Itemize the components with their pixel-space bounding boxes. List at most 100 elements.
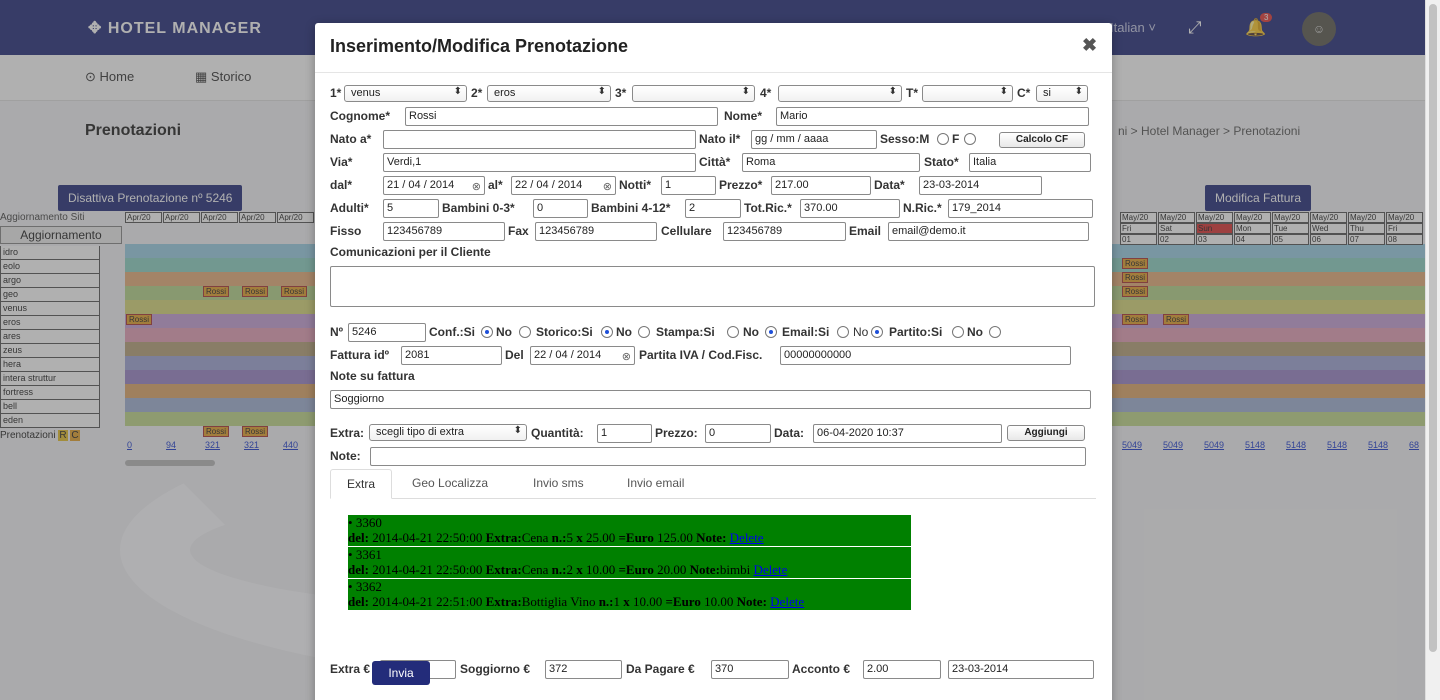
tot-sogg-field[interactable]: 372 bbox=[545, 660, 622, 679]
cellulare-field[interactable]: 123456789 bbox=[723, 222, 846, 241]
natoa-label: Nato a* bbox=[330, 132, 372, 146]
quantita-field[interactable]: 1 bbox=[597, 424, 652, 443]
prezzo2-field[interactable]: 0 bbox=[705, 424, 771, 443]
nome-field[interactable]: Mario bbox=[776, 107, 1089, 126]
acconto-label: Acconto € bbox=[792, 662, 851, 676]
sesso-f-radio[interactable] bbox=[964, 133, 976, 145]
stato-field[interactable]: Italia bbox=[969, 153, 1091, 172]
page-scrollbar[interactable] bbox=[1425, 0, 1440, 700]
natoil-field[interactable]: gg / mm / aaaa bbox=[751, 130, 877, 149]
fattura-field[interactable]: 2081 bbox=[401, 346, 502, 365]
room2-select[interactable]: eros ⬍ bbox=[487, 85, 611, 102]
extras-list: • 3360 del: 2014-04-21 22:50:00 Extra:Cen… bbox=[348, 515, 911, 611]
sesso-f-label: F bbox=[952, 132, 960, 146]
citta-field[interactable]: Roma bbox=[742, 153, 920, 172]
aggiungi-button[interactable]: Aggiungi bbox=[1007, 425, 1085, 441]
room3-select[interactable]: ⬍ bbox=[632, 85, 755, 102]
delete-link[interactable]: Delete bbox=[730, 530, 764, 545]
acconto-field[interactable]: 2.00 bbox=[863, 660, 941, 679]
note-field[interactable] bbox=[370, 447, 1086, 466]
nric-label: N.Ric.* bbox=[903, 201, 942, 215]
dapagare-field[interactable]: 370 bbox=[711, 660, 789, 679]
bambini03-field[interactable]: 0 bbox=[533, 199, 588, 218]
clear-icon[interactable]: ⊗ bbox=[472, 180, 481, 193]
invia-button[interactable]: Invia bbox=[372, 661, 430, 685]
stampa-si-radio[interactable] bbox=[727, 326, 739, 338]
data-field[interactable]: 23-03-2014 bbox=[919, 176, 1042, 195]
room4-select[interactable]: ⬍ bbox=[778, 85, 902, 102]
email-no-radio[interactable] bbox=[871, 326, 883, 338]
tab-geo-localizza[interactable]: Geo Localizza bbox=[396, 469, 504, 499]
prezzo-field[interactable]: 217.00 bbox=[771, 176, 871, 195]
note-word: Note: bbox=[736, 594, 767, 609]
fax-field[interactable]: 123456789 bbox=[535, 222, 657, 241]
notti-field[interactable]: 1 bbox=[661, 176, 716, 195]
n-field[interactable]: 5246 bbox=[348, 323, 426, 342]
email-label: Email bbox=[849, 224, 882, 238]
storico-no-radio[interactable] bbox=[638, 326, 650, 338]
extra-type-select[interactable]: scegli tipo di extra ⬍ bbox=[369, 424, 527, 441]
nric-field[interactable]: 179_2014 bbox=[948, 199, 1093, 218]
storico-si-radio[interactable] bbox=[601, 326, 613, 338]
room1-value: venus bbox=[351, 87, 381, 99]
tot-sogg-label: Soggiorno € bbox=[460, 662, 530, 676]
calcolo-cf-button[interactable]: Calcolo CF bbox=[999, 132, 1085, 148]
totric-field[interactable]: 370.00 bbox=[800, 199, 900, 218]
comunicazioni-textarea[interactable] bbox=[330, 266, 1095, 307]
close-icon[interactable]: ✖ bbox=[1082, 35, 1097, 56]
delete-link[interactable]: Delete bbox=[754, 562, 788, 577]
fattura-label: Fattura idº bbox=[330, 348, 390, 362]
conf-si-radio[interactable] bbox=[481, 326, 493, 338]
conf-label: Conf.:Si bbox=[429, 325, 475, 339]
stampa-no-radio[interactable] bbox=[765, 326, 777, 338]
sesso-m-radio[interactable] bbox=[937, 133, 949, 145]
partito-si-radio[interactable] bbox=[952, 326, 964, 338]
del-value: 22 / 04 / 2014 bbox=[534, 349, 602, 361]
data2-field[interactable]: 06-04-2020 10:37 bbox=[813, 424, 1002, 443]
al-label: al* bbox=[488, 178, 503, 192]
email-si-radio[interactable] bbox=[837, 326, 849, 338]
note-word: Note: bbox=[689, 562, 720, 577]
del-field[interactable]: 22 / 04 / 2014 ⊗ bbox=[530, 346, 635, 365]
cognome-field[interactable]: Rossi bbox=[405, 107, 718, 126]
piva-label: Partita IVA / Cod.Fisc. bbox=[639, 348, 763, 362]
c-select[interactable]: si ⬍ bbox=[1036, 85, 1088, 102]
n-word: n.: bbox=[551, 530, 567, 545]
extra-id: 3360 bbox=[355, 515, 382, 530]
adulti-field[interactable]: 5 bbox=[383, 199, 439, 218]
dal-field[interactable]: 21 / 04 / 2014 ⊗ bbox=[383, 176, 485, 195]
tab-extra[interactable]: Extra bbox=[330, 469, 393, 499]
clear-icon[interactable]: ⊗ bbox=[622, 350, 631, 363]
al-field[interactable]: 22 / 04 / 2014 ⊗ bbox=[511, 176, 616, 195]
booking-modal: Inserimento/Modifica Prenotazione ✖ 1* v… bbox=[315, 23, 1112, 700]
page-scrollbar-thumb[interactable] bbox=[1429, 4, 1437, 652]
bambini412-field[interactable]: 2 bbox=[685, 199, 741, 218]
t-select[interactable]: ⬍ bbox=[922, 85, 1013, 102]
extra-price: 10.00 bbox=[633, 594, 663, 609]
acconto-date-field[interactable]: 23-03-2014 bbox=[948, 660, 1094, 679]
email-field[interactable]: email@demo.it bbox=[888, 222, 1089, 241]
delete-link[interactable]: Delete bbox=[770, 594, 804, 609]
adulti-label: Adulti* bbox=[330, 201, 369, 215]
room2-label: 2* bbox=[471, 86, 483, 100]
via-field[interactable]: Verdi,1 bbox=[383, 153, 696, 172]
chevron-updown-icon: ⬍ bbox=[888, 86, 897, 97]
piva-field[interactable]: 00000000000 bbox=[780, 346, 1071, 365]
room3-label: 3* bbox=[615, 86, 627, 100]
extra-word: Extra: bbox=[485, 530, 522, 545]
partito-no-radio[interactable] bbox=[989, 326, 1001, 338]
room2-value: eros bbox=[494, 87, 516, 99]
notefattura-field[interactable]: Soggiorno bbox=[330, 390, 1091, 409]
tab-invio-email[interactable]: Invio email bbox=[611, 469, 700, 499]
prezzo-label: Prezzo* bbox=[719, 178, 763, 192]
storico-label: Storico:Si bbox=[536, 325, 593, 339]
room1-select[interactable]: venus ⬍ bbox=[344, 85, 467, 102]
n-word: n.: bbox=[598, 594, 614, 609]
c-value: si bbox=[1043, 87, 1051, 99]
conf-no-radio[interactable] bbox=[519, 326, 531, 338]
tab-invio-sms[interactable]: Invio sms bbox=[517, 469, 600, 499]
fisso-field[interactable]: 123456789 bbox=[383, 222, 505, 241]
natoa-field[interactable] bbox=[383, 130, 696, 149]
chevron-updown-icon: ⬍ bbox=[1074, 86, 1083, 97]
clear-icon[interactable]: ⊗ bbox=[603, 180, 612, 193]
